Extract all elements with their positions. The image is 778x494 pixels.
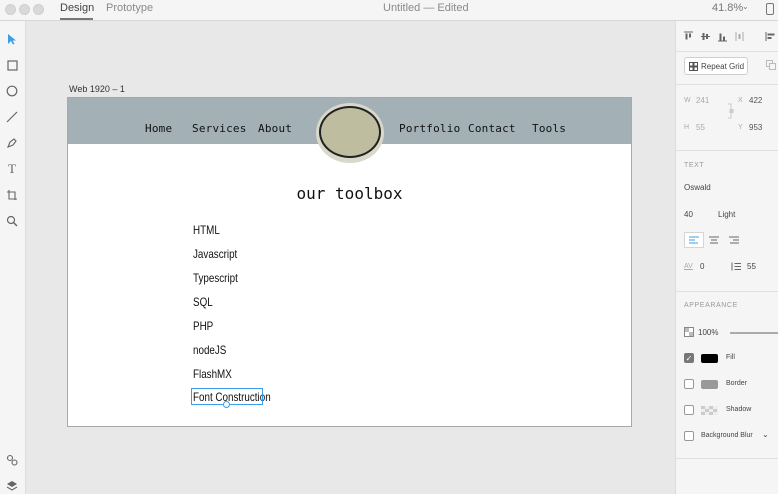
nav-about[interactable]: About	[258, 122, 292, 135]
border-checkbox[interactable]	[684, 379, 694, 389]
logo-ellipse[interactable]	[319, 106, 381, 158]
width-label: W	[684, 97, 691, 104]
opacity-field[interactable]: 100%	[698, 328, 718, 337]
shadow-checkbox[interactable]	[684, 405, 694, 415]
plugins-icon[interactable]	[4, 452, 20, 468]
chevron-down-icon[interactable]: ⌄	[742, 2, 749, 11]
device-preview-icon[interactable]	[766, 3, 774, 15]
width-field[interactable]: 241	[696, 96, 709, 105]
list-item[interactable]: nodeJS	[193, 343, 226, 357]
y-label: Y	[738, 124, 743, 131]
border-label: Border	[726, 380, 748, 387]
align-top-icon[interactable]	[682, 30, 694, 42]
fill-label: Fill	[726, 354, 735, 361]
chevron-down-icon[interactable]: ⌄	[762, 430, 769, 439]
layers-icon[interactable]	[4, 478, 20, 494]
line-spacing-icon	[731, 262, 741, 271]
divider	[676, 458, 778, 459]
tab-design[interactable]: Design	[60, 2, 94, 14]
list-item[interactable]: HTML	[193, 223, 220, 237]
select-tool-icon[interactable]	[4, 31, 20, 47]
nav-portfolio[interactable]: Portfolio	[399, 122, 460, 135]
opacity-icon	[684, 327, 694, 337]
close-window-button[interactable]	[5, 4, 16, 15]
list-item[interactable]: FlashMX	[193, 367, 232, 381]
repeat-grid-button[interactable]: Repeat Grid	[684, 57, 748, 75]
ellipse-tool-icon[interactable]	[4, 83, 20, 99]
font-weight-dropdown[interactable]: Light	[718, 210, 735, 219]
divider	[676, 84, 778, 85]
divider	[676, 291, 778, 292]
title-bar: Design Prototype Untitled — Edited 41.8%…	[0, 0, 778, 21]
list-item[interactable]: Typescript	[193, 271, 238, 285]
border-color-swatch[interactable]	[701, 380, 718, 389]
document-title: Untitled — Edited	[383, 2, 469, 14]
text-align-right-button[interactable]	[724, 232, 744, 248]
opacity-slider[interactable]	[730, 332, 778, 334]
background-blur-checkbox[interactable]	[684, 431, 694, 441]
copy-icon[interactable]	[766, 60, 776, 70]
property-inspector: Repeat Grid W 241 X 422 H 55 Y 953 TEXT …	[675, 21, 778, 494]
align-bottom-icon[interactable]	[716, 30, 728, 42]
text-align-left-button[interactable]	[684, 232, 704, 248]
align-left-icon[interactable]	[764, 30, 776, 42]
fill-checkbox[interactable]: ✓	[684, 353, 694, 363]
shadow-swatch[interactable]	[701, 406, 718, 415]
height-field[interactable]: 55	[696, 123, 705, 132]
appearance-section-title: APPEARANCE	[684, 302, 738, 309]
fill-color-swatch[interactable]	[701, 354, 718, 363]
list-item[interactable]: Javascript	[193, 247, 237, 261]
background-blur-label: Background Blur	[701, 432, 753, 439]
minimize-window-button[interactable]	[19, 4, 30, 15]
active-tab-indicator	[60, 18, 93, 20]
text-align-center-button[interactable]	[704, 232, 724, 248]
divider	[676, 150, 778, 151]
pen-tool-icon[interactable]	[4, 135, 20, 151]
text-tool-icon[interactable]: T	[4, 161, 20, 177]
text-section-title: TEXT	[684, 162, 705, 169]
artboard[interactable]: Home Services About Portfolio Contact To…	[67, 97, 632, 427]
zoom-window-button[interactable]	[33, 4, 44, 15]
tools-sidebar: T	[0, 21, 26, 494]
nav-home[interactable]: Home	[145, 122, 172, 135]
y-field[interactable]: 953	[749, 123, 762, 132]
artboard-label[interactable]: Web 1920 – 1	[69, 84, 125, 94]
page-heading[interactable]: our toolbox	[68, 184, 631, 203]
tab-prototype[interactable]: Prototype	[106, 2, 153, 14]
align-middle-icon[interactable]	[699, 30, 711, 42]
artboard-tool-icon[interactable]	[4, 187, 20, 203]
height-label: H	[684, 124, 690, 131]
list-item[interactable]: SQL	[193, 295, 213, 309]
lock-aspect-icon[interactable]	[727, 103, 735, 119]
zoom-level[interactable]: 41.8%	[712, 2, 743, 14]
nav-services[interactable]: Services	[192, 122, 247, 135]
nav-contact[interactable]: Contact	[468, 122, 516, 135]
list-item[interactable]: PHP	[193, 319, 213, 333]
nav-tools[interactable]: Tools	[532, 122, 566, 135]
shadow-label: Shadow	[726, 406, 752, 413]
zoom-tool-icon[interactable]	[4, 213, 20, 229]
repeat-grid-label: Repeat Grid	[701, 61, 745, 71]
x-field[interactable]: 422	[749, 96, 762, 105]
character-spacing-icon: AV	[684, 263, 693, 270]
canvas[interactable]: Web 1920 – 1 Home Services About Portfol…	[26, 21, 675, 494]
selection-handle[interactable]	[223, 401, 230, 408]
rectangle-tool-icon[interactable]	[4, 57, 20, 73]
distribute-icon[interactable]	[733, 30, 745, 42]
line-tool-icon[interactable]	[4, 109, 20, 125]
x-label: X	[738, 97, 743, 104]
font-size-field[interactable]: 40	[684, 210, 693, 219]
font-family-dropdown[interactable]: Oswald	[684, 183, 711, 192]
repeat-grid-icon	[689, 61, 698, 71]
character-spacing-field[interactable]: 0	[700, 262, 704, 271]
divider	[676, 51, 778, 52]
line-spacing-field[interactable]: 55	[747, 262, 756, 271]
